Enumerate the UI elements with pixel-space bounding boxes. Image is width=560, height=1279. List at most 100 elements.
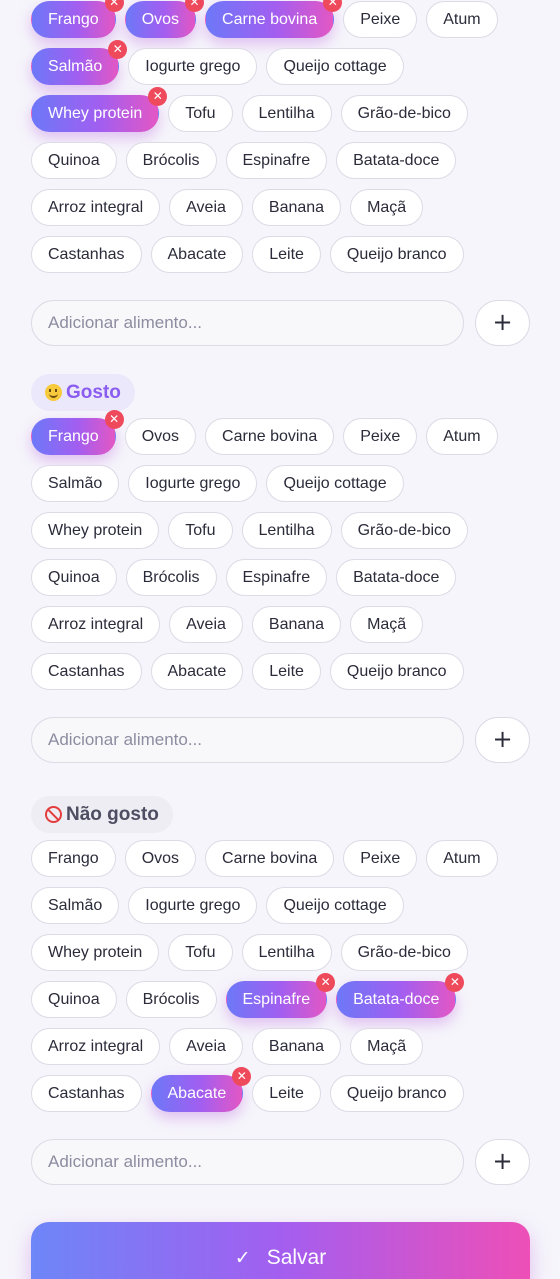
food-chip[interactable]: Frango — [31, 840, 116, 877]
food-chip[interactable]: Maçã — [350, 1028, 424, 1065]
remove-chip-icon[interactable]: ✕ — [232, 1067, 252, 1086]
food-chip[interactable]: Salmão — [31, 887, 120, 924]
food-chip[interactable]: Lentilha — [241, 95, 332, 132]
add-food-button[interactable]: + — [475, 1139, 530, 1185]
food-chip[interactable]: Quinoa — [31, 142, 117, 179]
food-chip[interactable]: Salmão — [31, 465, 120, 502]
food-chip[interactable]: Iogurte grego — [128, 465, 258, 502]
food-chip[interactable]: Abacate ✕ — [150, 1067, 252, 1112]
add-food-input[interactable] — [31, 717, 464, 763]
food-chip[interactable]: Whey protein — [31, 934, 160, 971]
smile-emoji-icon — [45, 384, 62, 401]
food-chip[interactable]: Quinoa — [31, 981, 117, 1018]
food-chip[interactable]: Grão-de-bico — [340, 512, 468, 549]
food-chip[interactable]: Espinafre — [225, 559, 328, 596]
food-chip[interactable]: Lentilha — [241, 934, 332, 971]
food-chip[interactable]: Salmão ✕ — [31, 40, 128, 85]
food-chip[interactable]: Lentilha — [241, 512, 332, 549]
food-chip[interactable]: Queijo branco — [329, 1075, 464, 1112]
food-chip[interactable]: Iogurte grego — [128, 48, 258, 85]
food-chip[interactable]: Aveia — [169, 189, 243, 226]
food-chip[interactable]: Atum — [426, 418, 498, 455]
food-chip[interactable]: Carne bovina ✕ — [205, 0, 343, 38]
food-chip[interactable]: Queijo branco — [329, 653, 464, 690]
food-chip-label: Abacate — [167, 1085, 227, 1102]
food-chip[interactable]: Carne bovina — [205, 840, 335, 877]
food-chip[interactable]: Queijo cottage — [266, 465, 404, 502]
food-chip[interactable]: Ovos ✕ — [124, 0, 205, 38]
food-chip-label: Whey protein — [48, 944, 143, 961]
food-chip[interactable]: Brócolis — [125, 142, 217, 179]
food-chip[interactable]: Ovos — [124, 840, 197, 877]
food-chip[interactable]: Carne bovina — [205, 418, 335, 455]
food-chip[interactable]: Aveia — [169, 606, 243, 643]
food-chip[interactable]: Tofu — [168, 95, 233, 132]
food-chip[interactable]: Peixe — [343, 418, 418, 455]
food-chip[interactable]: Abacate — [150, 653, 244, 690]
food-chip[interactable]: Queijo cottage — [266, 48, 404, 85]
food-chip[interactable]: Iogurte grego — [128, 887, 258, 924]
food-chip[interactable]: Atum — [426, 1, 498, 38]
food-chip[interactable]: Ovos — [124, 418, 197, 455]
food-chip[interactable]: Frango ✕ — [31, 0, 124, 38]
food-chip[interactable]: Banana — [251, 1028, 342, 1065]
food-chip[interactable]: Castanhas — [31, 1075, 142, 1112]
food-chip-label: Queijo cottage — [283, 475, 387, 492]
add-food-input[interactable] — [31, 300, 464, 346]
food-chip[interactable]: Quinoa — [31, 559, 117, 596]
food-chip-label: Queijo cottage — [283, 897, 387, 914]
food-chip[interactable]: Arroz integral — [31, 1028, 161, 1065]
food-chip[interactable]: Leite — [252, 653, 321, 690]
food-chip[interactable]: Banana — [251, 606, 342, 643]
food-chip[interactable]: Banana — [251, 189, 342, 226]
food-chip[interactable]: Queijo cottage — [266, 887, 404, 924]
save-button[interactable]: ✓ Salvar — [31, 1222, 530, 1279]
add-food-button[interactable]: + — [475, 717, 530, 763]
food-chip[interactable]: Arroz integral — [31, 606, 161, 643]
food-chip[interactable]: Maçã — [350, 606, 424, 643]
food-chip[interactable]: Frango ✕ — [31, 410, 124, 455]
remove-chip-icon[interactable]: ✕ — [323, 0, 343, 12]
food-chip-label: Espinafre — [242, 569, 311, 586]
remove-chip-icon[interactable]: ✕ — [108, 40, 128, 59]
remove-chip-icon[interactable]: ✕ — [316, 973, 336, 992]
remove-chip-icon[interactable]: ✕ — [185, 0, 205, 12]
food-chip[interactable]: Tofu — [168, 512, 233, 549]
food-chip[interactable]: Abacate — [150, 236, 244, 273]
food-chip-label: Maçã — [367, 199, 407, 216]
food-chip[interactable]: Queijo branco — [329, 236, 464, 273]
food-chip[interactable]: Grão-de-bico — [340, 934, 468, 971]
food-chip[interactable]: Tofu — [168, 934, 233, 971]
food-chip[interactable]: Aveia — [169, 1028, 243, 1065]
food-chip[interactable]: Leite — [252, 236, 321, 273]
food-chip[interactable]: Maçã — [350, 189, 424, 226]
food-chip[interactable]: Peixe — [343, 1, 418, 38]
food-chip[interactable]: Leite — [252, 1075, 321, 1112]
food-chip-label: Atum — [443, 850, 481, 867]
add-food-input[interactable] — [31, 1139, 464, 1185]
food-chip[interactable]: Castanhas — [31, 236, 142, 273]
check-icon: ✓ — [234, 1247, 251, 1269]
food-chip[interactable]: Castanhas — [31, 653, 142, 690]
food-chip[interactable]: Batata-doce — [336, 559, 457, 596]
food-chip[interactable]: Batata-doce ✕ — [336, 973, 465, 1018]
add-food-button[interactable]: + — [475, 300, 530, 346]
remove-chip-icon[interactable]: ✕ — [148, 87, 168, 106]
food-chip[interactable]: Brócolis — [125, 981, 217, 1018]
food-chip[interactable]: Arroz integral — [31, 189, 161, 226]
food-chip-label: Abacate — [167, 663, 227, 680]
food-chip[interactable]: Atum — [426, 840, 498, 877]
remove-chip-icon[interactable]: ✕ — [445, 973, 465, 992]
food-chip-label: Brócolis — [142, 569, 200, 586]
remove-chip-icon[interactable]: ✕ — [104, 0, 124, 12]
food-chip[interactable]: Espinafre — [225, 142, 328, 179]
add-food-row: + — [31, 300, 530, 346]
food-chip[interactable]: Espinafre ✕ — [225, 973, 336, 1018]
food-chip[interactable]: Whey protein — [31, 512, 160, 549]
food-chip[interactable]: Grão-de-bico — [340, 95, 468, 132]
food-chip[interactable]: Brócolis — [125, 559, 217, 596]
food-chip[interactable]: Peixe — [343, 840, 418, 877]
food-chip[interactable]: Batata-doce — [336, 142, 457, 179]
remove-chip-icon[interactable]: ✕ — [104, 410, 124, 429]
food-chip[interactable]: Whey protein ✕ — [31, 87, 168, 132]
